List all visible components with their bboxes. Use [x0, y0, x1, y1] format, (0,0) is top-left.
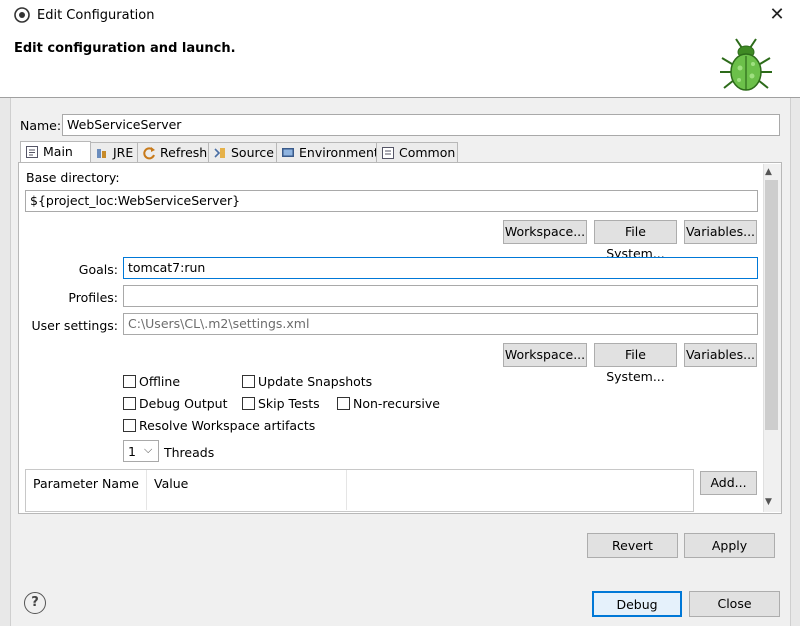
tab-source-label: Source: [231, 145, 274, 160]
jre-icon: [97, 149, 106, 158]
column-header-parameter-name[interactable]: Parameter Name: [26, 470, 147, 510]
file-system-button-2[interactable]: File System...: [594, 343, 677, 384]
name-label: Name:: [20, 118, 62, 133]
close-button[interactable]: Close: [689, 591, 780, 617]
parameter-table[interactable]: Parameter Name Value: [25, 469, 694, 512]
offline-checkbox[interactable]: [123, 375, 136, 388]
apply-button[interactable]: Apply: [684, 533, 775, 558]
tab-refresh-label: Refresh: [160, 145, 208, 160]
revert-button[interactable]: Revert: [587, 533, 678, 558]
add-parameter-button[interactable]: Add...: [700, 471, 757, 495]
skip-tests-checkbox[interactable]: [242, 397, 255, 410]
profiles-input[interactable]: [123, 285, 758, 307]
user-settings-label: User settings:: [31, 318, 118, 333]
tab-source[interactable]: Source: [208, 142, 277, 162]
banner-heading: Edit configuration and launch.: [14, 41, 236, 56]
help-icon[interactable]: ?: [24, 592, 46, 614]
tab-main-label: Main: [43, 144, 73, 159]
profiles-label: Profiles:: [68, 290, 118, 305]
scroll-thumb[interactable]: [765, 180, 778, 430]
workspace-button-2[interactable]: Workspace...: [503, 343, 587, 367]
offline-label: Offline: [139, 374, 181, 389]
non-recursive-label: Non-recursive: [353, 396, 440, 411]
app-icon: [14, 7, 30, 23]
update-snapshots-label: Update Snapshots: [258, 374, 373, 389]
debug-button[interactable]: Debug: [592, 591, 682, 617]
file-system-button[interactable]: File System...: [594, 220, 677, 261]
main-tab-icon: [26, 146, 38, 158]
non-recursive-checkbox[interactable]: [337, 397, 350, 410]
update-snapshots-checkbox[interactable]: [242, 375, 255, 388]
scroll-down-icon[interactable]: ▼: [765, 497, 772, 507]
threads-select[interactable]: 1 ⌵: [123, 440, 159, 462]
debug-output-label: Debug Output: [139, 396, 228, 411]
bug-icon: [720, 38, 772, 91]
resolve-workspace-label: Resolve Workspace artifacts: [139, 418, 316, 433]
goals-input[interactable]: tomcat7:run: [123, 257, 758, 279]
debug-output-checkbox[interactable]: [123, 397, 136, 410]
environment-icon: [282, 148, 294, 157]
tab-refresh[interactable]: Refresh: [137, 142, 209, 162]
background-editor-right: [790, 98, 800, 640]
goals-label: Goals:: [78, 262, 118, 277]
skip-tests-label: Skip Tests: [258, 396, 320, 411]
tab-common[interactable]: Common: [376, 142, 458, 162]
background-window-edge: [0, 626, 800, 640]
resolve-workspace-checkbox[interactable]: [123, 419, 136, 432]
source-icon: [214, 148, 225, 158]
user-settings-input[interactable]: C:\Users\CL\.m2\settings.xml: [123, 313, 758, 335]
chevron-down-icon: ⌵: [144, 443, 153, 456]
variables-button-2[interactable]: Variables...: [684, 343, 757, 367]
tab-common-label: Common: [399, 145, 456, 160]
name-input[interactable]: WebServiceServer: [62, 114, 780, 136]
refresh-icon: [143, 147, 155, 160]
workspace-button[interactable]: Workspace...: [503, 220, 587, 244]
base-directory-input[interactable]: ${project_loc:WebServiceServer}: [25, 190, 758, 212]
tab-jre[interactable]: JRE: [90, 142, 138, 162]
tab-environment[interactable]: Environment: [276, 142, 379, 162]
common-icon: [382, 147, 394, 159]
background-editor-left: [0, 98, 11, 640]
window-title: Edit Configuration: [37, 8, 155, 23]
tab-environment-label: Environment: [299, 145, 379, 160]
scroll-up-icon[interactable]: ▲: [765, 167, 772, 177]
tab-main[interactable]: Main: [20, 141, 91, 163]
column-header-value[interactable]: Value: [147, 470, 347, 510]
base-directory-label: Base directory:: [26, 170, 120, 185]
close-icon[interactable]: ✕: [766, 4, 788, 26]
tab-jre-label: JRE: [113, 145, 134, 160]
threads-value: 1: [128, 444, 136, 459]
threads-label: Threads: [164, 445, 215, 460]
variables-button[interactable]: Variables...: [684, 220, 757, 244]
